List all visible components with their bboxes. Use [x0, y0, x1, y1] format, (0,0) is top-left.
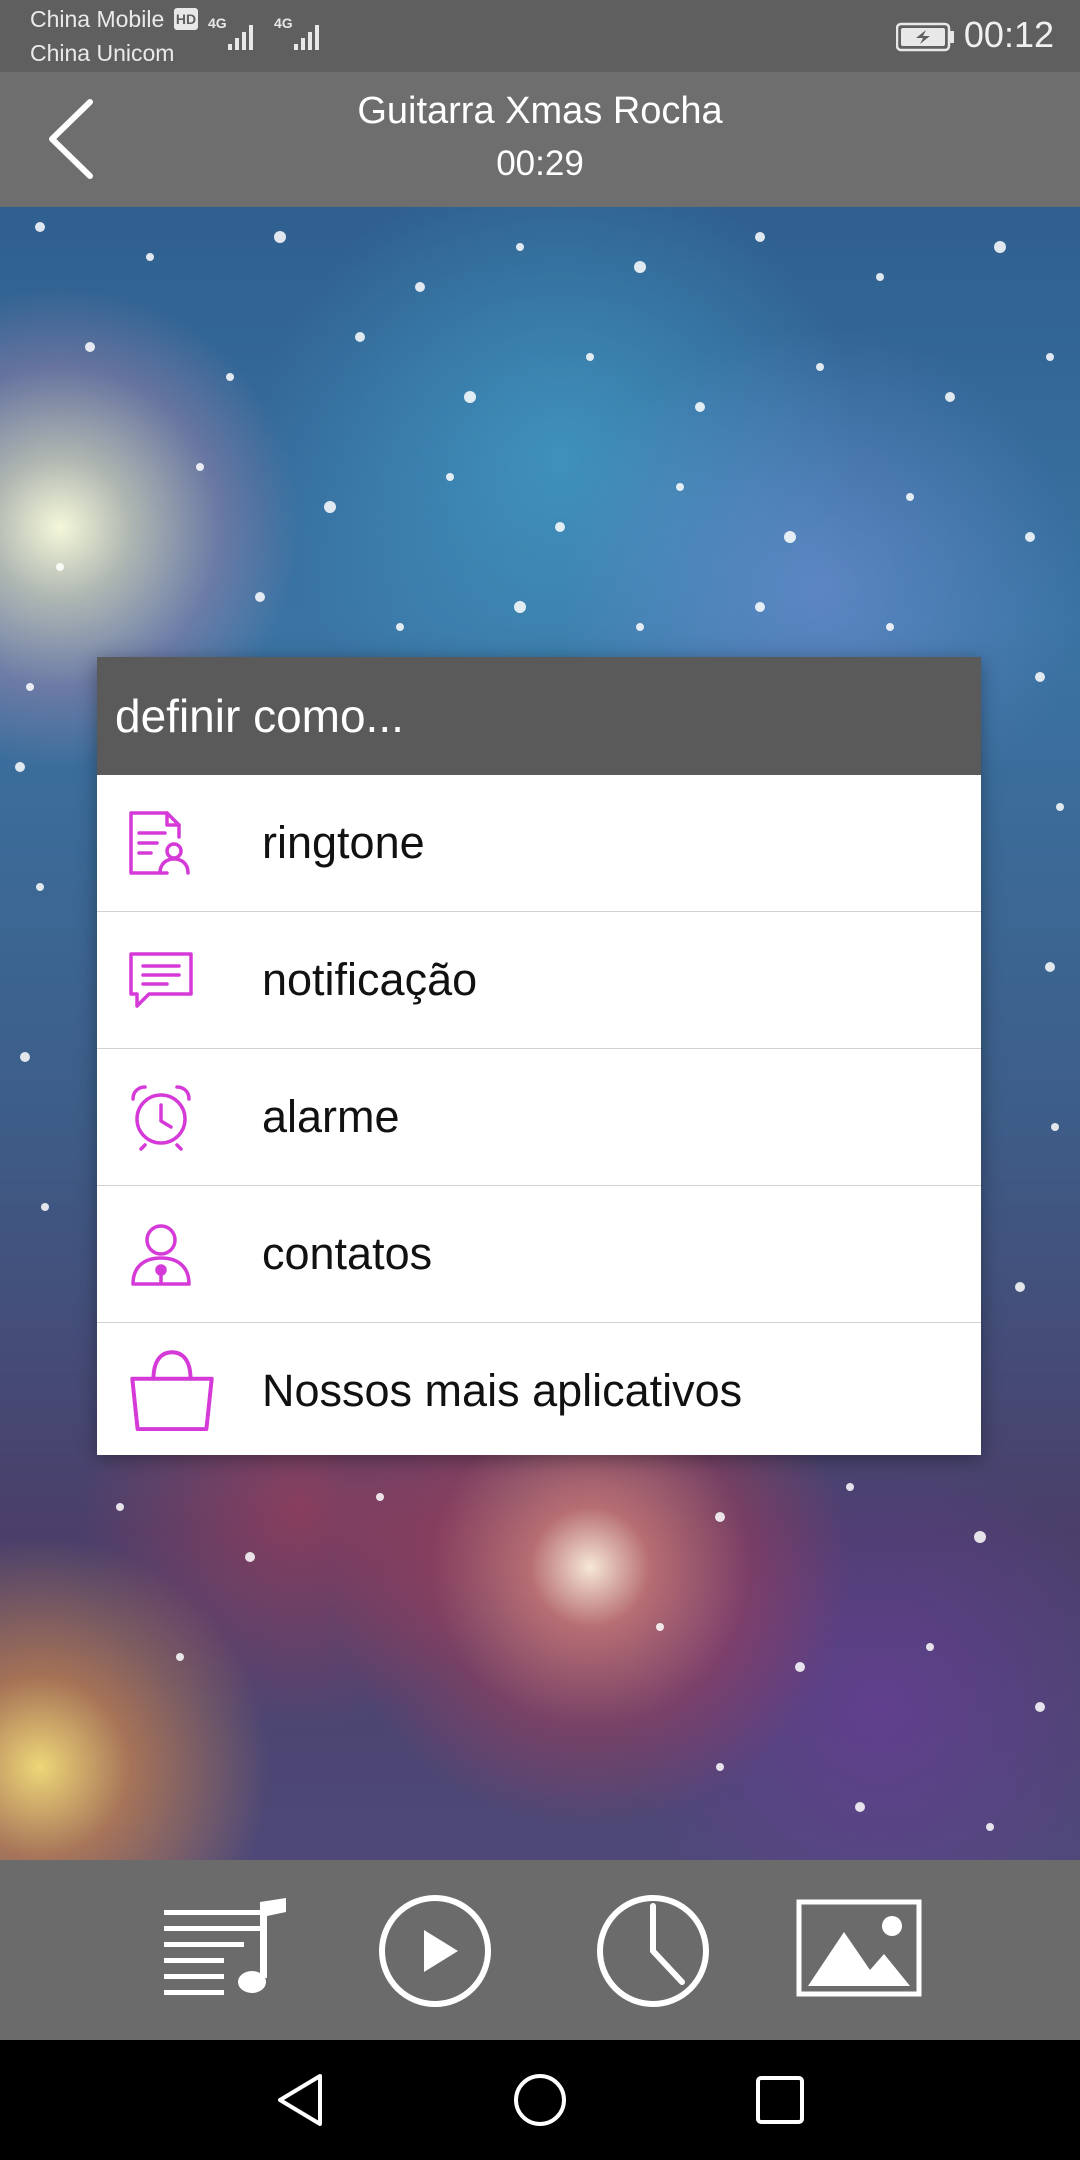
- status-bar: China Mobile HD China Unicom 4G 4G 00:12: [0, 0, 1080, 72]
- system-home-button[interactable]: [510, 2070, 570, 2130]
- signal-strength-2-icon: 4G: [274, 15, 319, 50]
- player-header: Guitarra Xmas Rocha 00:29: [0, 72, 1080, 207]
- menu-item-label: alarme: [262, 1091, 400, 1142]
- contact-lock-icon: [131, 1224, 191, 1286]
- back-triangle-icon: [278, 2074, 322, 2126]
- dialog-title: definir como...: [97, 657, 981, 775]
- song-duration: 00:29: [496, 144, 584, 183]
- menu-item-ringtone[interactable]: ringtone: [97, 775, 981, 912]
- menu-item-alarm[interactable]: alarme: [97, 1049, 981, 1186]
- clock-icon: [597, 1895, 709, 2007]
- song-title: Guitarra Xmas Rocha: [357, 90, 723, 132]
- menu-item-label: Nossos mais aplicativos: [262, 1365, 743, 1416]
- menu-item-more-apps[interactable]: Nossos mais aplicativos: [97, 1323, 981, 1459]
- menu-item-label: contatos: [262, 1228, 433, 1279]
- system-recents-button[interactable]: [750, 2070, 810, 2130]
- network-2-label: 4G: [274, 15, 293, 31]
- carrier-1-label: China Mobile: [30, 6, 165, 32]
- status-time: 00:12: [963, 14, 1054, 55]
- ringtone-contact-icon: [129, 811, 190, 875]
- menu-item-label: ringtone: [262, 817, 425, 868]
- battery-charging-icon: [896, 22, 954, 52]
- set-as-dialog: definir como... ringtone notificação ala…: [97, 657, 981, 1455]
- playlist-button[interactable]: [160, 1892, 290, 2010]
- message-icon: [129, 952, 193, 1008]
- menu-item-label: notificação: [262, 954, 478, 1005]
- hd-badge: HD: [174, 8, 198, 30]
- recents-square-icon: [756, 2076, 804, 2124]
- play-button[interactable]: [378, 1892, 494, 2010]
- menu-item-notification[interactable]: notificação: [97, 912, 981, 1049]
- image-icon: [796, 1899, 922, 1997]
- home-circle-icon: [514, 2074, 566, 2126]
- player-toolbar: [0, 1860, 1080, 2040]
- play-icon: [379, 1895, 491, 2007]
- network-1-label: 4G: [208, 15, 227, 31]
- playlist-icon: [164, 1898, 286, 1995]
- signal-strength-icon: 4G: [208, 15, 253, 50]
- system-navigation-bar: [0, 2040, 1080, 2160]
- carrier-2-label: China Unicom: [30, 40, 175, 66]
- alarm-clock-icon: [131, 1085, 191, 1151]
- system-back-button[interactable]: [270, 2070, 330, 2130]
- menu-item-contacts[interactable]: contatos: [97, 1186, 981, 1323]
- timer-button[interactable]: [596, 1892, 712, 2010]
- wallpaper-button[interactable]: [796, 1892, 924, 2010]
- shopping-bag-icon: [130, 1350, 214, 1432]
